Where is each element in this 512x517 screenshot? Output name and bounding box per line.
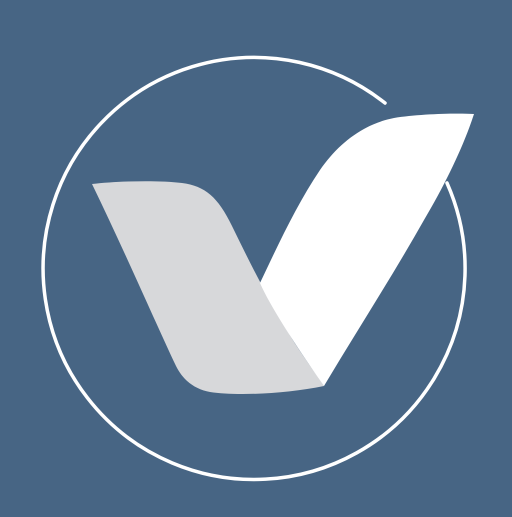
icon-background <box>0 0 512 512</box>
app-icon <box>0 0 512 512</box>
checkmark-v-logo-icon <box>0 0 512 512</box>
